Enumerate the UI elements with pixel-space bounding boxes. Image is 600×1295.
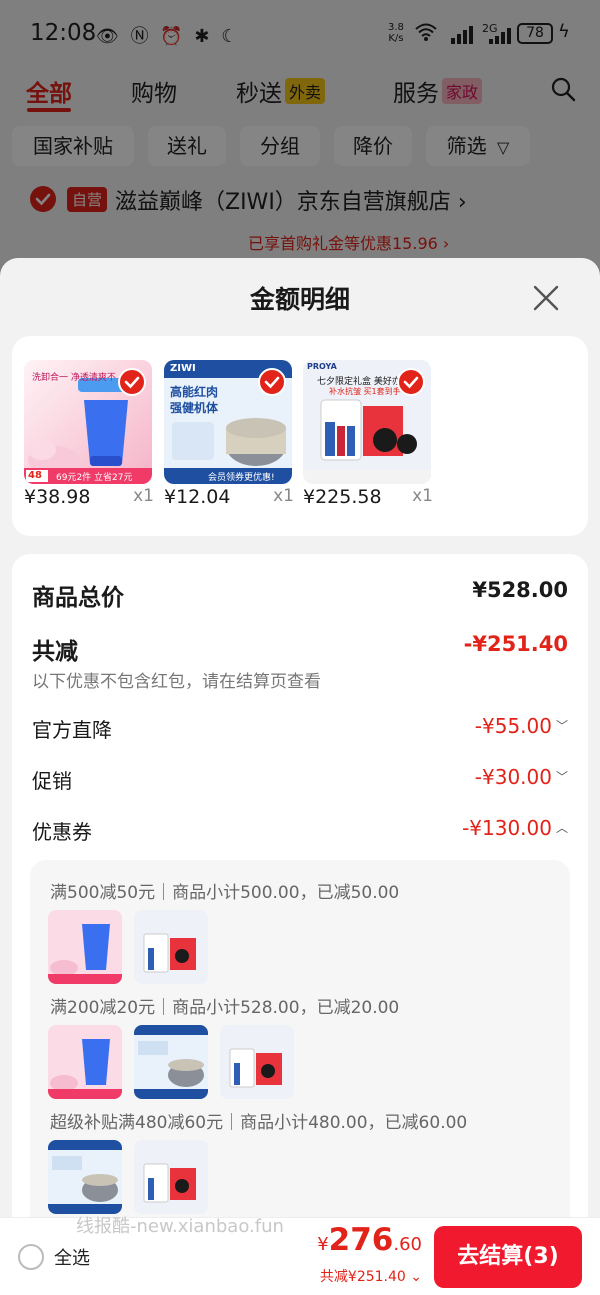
subtotal-label: 商品总价 bbox=[32, 585, 124, 611]
price-detail-card: 商品总价 ¥528.00 共减 -¥251.40 以下优惠不包含红包，请在结算页… bbox=[12, 554, 588, 1295]
product-checked-icon[interactable] bbox=[258, 368, 286, 396]
official-discount-value-wrap: -¥55.00 ﹀ bbox=[475, 714, 568, 738]
amount-detail-sheet: 金额明细 洗卸合一 净透清爽不 48 69元2件 立省27元 ¥38.98 x1… bbox=[0, 258, 600, 1295]
discount-label: 共减 bbox=[32, 639, 78, 665]
coupon-label: 优惠券 bbox=[32, 820, 92, 844]
close-icon[interactable] bbox=[528, 280, 564, 316]
product-image-giftbox: PROYA 七夕限定礼盒 美好亦如 补水抗皱 买1套到手 bbox=[303, 360, 431, 484]
sheet-title: 金额明细 bbox=[249, 285, 350, 314]
official-discount-value: -¥55.00 bbox=[474, 714, 552, 738]
product-image-brand: ZIWI bbox=[170, 363, 196, 374]
product-qty: x1 bbox=[412, 486, 433, 506]
subtotal-value: ¥528.00 bbox=[472, 578, 568, 602]
thumb-cleanser bbox=[48, 1025, 122, 1099]
watermark: 线报酷-new.xianbao.fun bbox=[76, 1216, 284, 1237]
product-price: ¥38.98 bbox=[24, 486, 91, 508]
thumb-ziwi bbox=[48, 1140, 122, 1214]
product-image-promo: 会员领券更优惠! bbox=[208, 473, 275, 483]
product-image-promo: 补水抗皱 买1套到手 bbox=[329, 387, 401, 396]
thumb-giftbox bbox=[134, 1140, 208, 1214]
product-image-promo: 69元2件 立省27元 bbox=[56, 473, 133, 483]
product-image-ziwi: ZIWI 高能红肉 强健机体 会员领券更优惠! bbox=[164, 360, 292, 484]
product-list-card: 洗卸合一 净透清爽不 48 69元2件 立省27元 ¥38.98 x1 ZIWI… bbox=[12, 336, 588, 536]
product-image-cleanser: 洗卸合一 净透清爽不 48 69元2件 立省27元 bbox=[24, 360, 152, 484]
discount-note: 以下优惠不包含红包，请在结算页查看 bbox=[32, 672, 321, 692]
checkout-button[interactable]: 去结算(3) bbox=[434, 1226, 582, 1288]
product-item[interactable]: ZIWI 高能红肉 强健机体 会员领券更优惠! ¥12.04 x1 bbox=[164, 360, 294, 508]
coupon-value: -¥130.00 bbox=[462, 816, 552, 840]
select-all-radio[interactable] bbox=[18, 1244, 44, 1270]
select-all-label[interactable]: 全选 bbox=[54, 1244, 90, 1270]
official-discount-label: 官方直降 bbox=[32, 718, 112, 742]
total-currency: ¥ bbox=[317, 1234, 329, 1255]
total-decimal: .60 bbox=[393, 1234, 422, 1255]
promotion-value: -¥30.00 bbox=[474, 765, 552, 789]
chevron-up-icon: ︿ bbox=[555, 821, 568, 835]
chevron-down-icon: ﹀ bbox=[555, 770, 568, 784]
subtotal-row: 商品总价 ¥528.00 bbox=[32, 578, 568, 611]
coupon-value-wrap: -¥130.00 ︿ bbox=[462, 816, 568, 840]
product-item[interactable]: PROYA 七夕限定礼盒 美好亦如 补水抗皱 买1套到手 ¥225.58 x1 bbox=[303, 360, 433, 508]
product-checked-icon[interactable] bbox=[397, 368, 425, 396]
product-image-brand: PROYA bbox=[307, 362, 337, 371]
product-price: ¥12.04 bbox=[164, 486, 231, 508]
thumb-cleanser bbox=[48, 910, 122, 984]
discount-value: -¥251.40 bbox=[463, 632, 568, 656]
discount-row: 共减 -¥251.40 bbox=[32, 632, 568, 665]
total-price: ¥276.60 bbox=[317, 1222, 422, 1258]
chevron-down-icon: ﹀ bbox=[555, 719, 568, 733]
product-checked-icon[interactable] bbox=[118, 368, 146, 396]
coupon-title: 超级补贴满480减60元｜商品小计480.00，已减60.00 bbox=[50, 1113, 468, 1133]
official-discount-row[interactable]: 官方直降 -¥55.00 ﹀ bbox=[32, 714, 568, 746]
coupon-title: 满500减50元｜商品小计500.00，已减50.00 bbox=[50, 883, 400, 903]
promotion-label: 促销 bbox=[32, 769, 72, 793]
product-image-caption: 洗卸合一 净透清爽不 bbox=[32, 373, 116, 383]
product-price: ¥225.58 bbox=[303, 486, 382, 508]
promotion-row[interactable]: 促销 -¥30.00 ﹀ bbox=[32, 765, 568, 797]
total-saved-toggle[interactable]: 共减¥251.40 ⌄ bbox=[320, 1266, 422, 1286]
thumb-ziwi bbox=[134, 1025, 208, 1099]
total-integer: 276 bbox=[328, 1222, 394, 1258]
product-qty: x1 bbox=[133, 486, 154, 506]
thumb-giftbox bbox=[220, 1025, 294, 1099]
product-qty: x1 bbox=[273, 486, 294, 506]
product-image-badge-price: 48 bbox=[28, 470, 42, 481]
coupon-row[interactable]: 优惠券 -¥130.00 ︿ bbox=[32, 816, 568, 848]
thumb-giftbox bbox=[134, 910, 208, 984]
product-item[interactable]: 洗卸合一 净透清爽不 48 69元2件 立省27元 ¥38.98 x1 bbox=[24, 360, 154, 508]
promotion-value-wrap: -¥30.00 ﹀ bbox=[475, 765, 568, 789]
product-image-caption: 高能红肉 强健机体 bbox=[170, 385, 219, 415]
coupon-title: 满200减20元｜商品小计528.00，已减20.00 bbox=[50, 998, 400, 1018]
